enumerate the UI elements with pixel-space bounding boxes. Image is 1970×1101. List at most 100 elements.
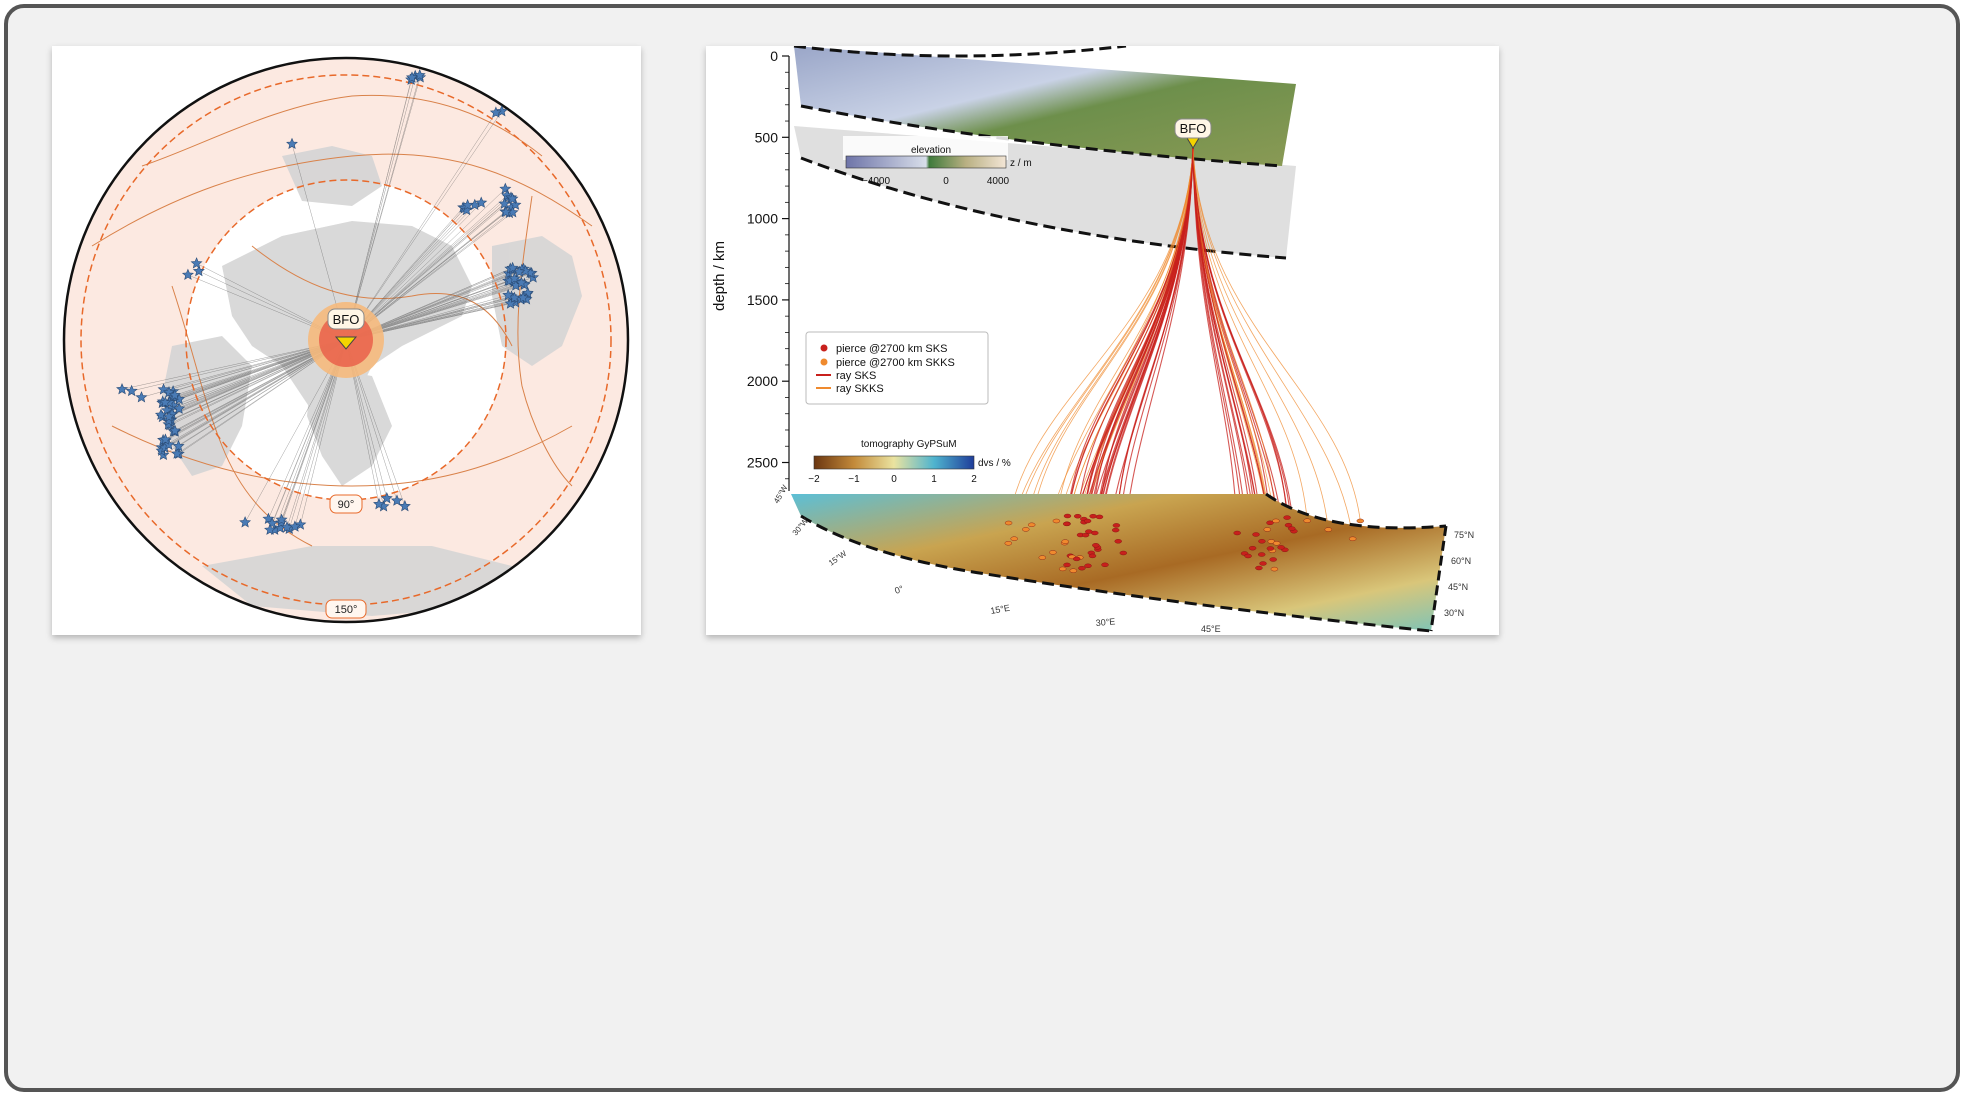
depth-axis: 0 500 1000 1500 2000 2500 depth / km [711, 48, 790, 491]
elevation-tick-label: 0 [943, 176, 949, 187]
event-map: BFO 90° 150° [62, 56, 630, 624]
tomography-tick-label: −1 [848, 474, 860, 485]
pierce-point-sks [1092, 543, 1100, 548]
pierce-point-skks [1010, 536, 1018, 541]
pierce-point-sks [1073, 556, 1081, 562]
pierce-point-sks [1084, 563, 1092, 568]
ray-path-panel: 0 500 1000 1500 2000 2500 depth / km elevatio… [706, 44, 1499, 635]
lat-label: 60°N [1451, 556, 1471, 566]
depth-tick-label: 1500 [747, 292, 778, 308]
tomography-tick-label: 1 [931, 474, 937, 485]
pierce-point-skks [1052, 518, 1061, 524]
pierce-point-sks [1277, 545, 1285, 550]
pierce-point-skks [1263, 527, 1271, 532]
pierce-point-skks [1004, 520, 1013, 526]
depth-tick-label: 0 [770, 48, 778, 64]
lat-label: 45°N [1448, 582, 1468, 592]
distance-label-150: 150° [335, 604, 358, 616]
depth-axis-ticks: 0 500 1000 1500 2000 2500 [747, 48, 789, 480]
station-label: BFO [333, 312, 360, 327]
pierce-point-skks [1272, 518, 1280, 524]
lon-label: 0° [893, 583, 905, 595]
lon-label: 15°W [827, 549, 849, 568]
lon-label: 45°E [1201, 624, 1221, 634]
legend-label: pierce @2700 km SKS [836, 343, 947, 355]
elevation-tick-label: 4000 [987, 176, 1010, 187]
pierce-point-skks [1324, 527, 1332, 532]
pierce-point-sks [1114, 539, 1122, 544]
pierce-point-sks [1258, 539, 1266, 544]
pierce-point-sks [1233, 530, 1241, 536]
depth-tick-label: 500 [755, 129, 779, 145]
ray-legend: pierce @2700 km SKS pierce @2700 km SKKS… [805, 331, 989, 405]
depth-tick-label: 2500 [747, 455, 778, 471]
pierce-point-sks [1085, 529, 1093, 534]
tomography-colorbar-unit: dvs / % [978, 458, 1011, 469]
tomography-tick-label: 0 [891, 474, 897, 485]
pierce-point-sks [1258, 552, 1266, 557]
pierce-point-sks [1112, 527, 1120, 533]
pierce-point-skks [1270, 566, 1279, 572]
elevation-colorbar [845, 155, 1007, 169]
pierce-point-sks [1119, 550, 1127, 556]
depth-axis-label: depth / km [711, 241, 728, 311]
pierce-point-skks [1273, 541, 1281, 546]
pierce-point-sks [1283, 515, 1291, 520]
pierce-point-sks [1078, 566, 1086, 571]
legend-marker-pierce-sks [820, 344, 828, 352]
pierce-point-sks [1244, 553, 1252, 559]
lon-label: 30°E [1095, 616, 1115, 628]
pierce-point-skks [1069, 568, 1077, 573]
elevation-tick-label: −4000 [862, 176, 891, 187]
pierce-point-skks [1349, 536, 1357, 541]
lat-label: 30°N [1444, 608, 1464, 618]
legend-label: pierce @2700 km SKKS [836, 357, 955, 369]
pierce-point-sks [1063, 513, 1072, 519]
pierce-point-skks [1004, 541, 1012, 546]
tomography-colorbar-title: tomography GyPSuM [861, 439, 957, 450]
station-label: BFO [1180, 121, 1207, 136]
pierce-point-sks [1288, 526, 1296, 531]
pierce-point-sks [1266, 546, 1275, 551]
pierce-point-sks [1252, 532, 1260, 537]
pierce-point-sks [1063, 562, 1071, 568]
pierce-point-sks [1248, 546, 1257, 551]
tomography-tick-label: 2 [971, 474, 977, 485]
pierce-point-sks [1063, 521, 1071, 527]
pierce-point-sks [1101, 562, 1109, 567]
pierce-point-skks [1061, 539, 1069, 544]
elevation-colorbar-title: elevation [911, 145, 951, 156]
pierce-point-skks [1059, 566, 1067, 572]
legend-marker-pierce-skks [820, 358, 828, 366]
depth-tick-label: 2000 [747, 373, 778, 389]
event-map-panel: BFO 90° 150° [52, 46, 641, 635]
pierce-point-skks [1038, 555, 1046, 560]
pierce-point-sks [1089, 514, 1097, 519]
pierce-point-sks [1074, 514, 1082, 519]
pierce-point-sks [1083, 518, 1092, 524]
lat-label: 75°N [1454, 530, 1474, 540]
depth-tick-label: 1000 [747, 211, 778, 227]
pierce-point-skks [1028, 522, 1036, 527]
pierce-point-sks [1088, 553, 1097, 559]
pierce-point-skks [1356, 518, 1364, 524]
lon-label: 15°E [990, 603, 1011, 616]
legend-label: ray SKS [836, 370, 876, 382]
pierce-point-sks [1259, 561, 1267, 566]
pierce-point-sks [1255, 565, 1263, 571]
ray-path-figure: 0 500 1000 1500 2000 2500 depth / km elevatio… [711, 44, 1474, 634]
lon-label: 45°W [772, 483, 790, 505]
tomography-tick-label: −2 [808, 474, 820, 485]
pierce-point-skks [1022, 527, 1030, 532]
elevation-colorbar-unit: z / m [1010, 158, 1032, 169]
legend-label: ray SKKS [836, 383, 884, 395]
distance-label-90: 90° [338, 499, 355, 511]
pierce-point-skks [1049, 550, 1057, 555]
pierce-point-sks [1269, 557, 1277, 562]
pierce-point-skks [1303, 518, 1311, 523]
pierce-point-sks [1095, 514, 1104, 520]
figure-window: BFO 90° 150° 0 500 1000 1500 2000 2500 d… [4, 4, 1960, 1092]
tomography-colorbar [813, 455, 975, 470]
tomography-surface [791, 494, 1446, 631]
pierce-point-sks [1112, 523, 1121, 528]
